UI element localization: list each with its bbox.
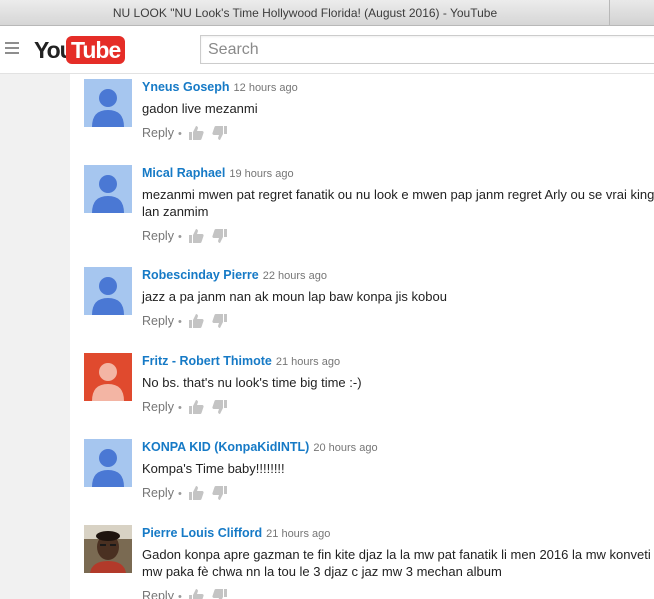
comment-time[interactable]: 21 hours ago [276,356,340,368]
reply-button[interactable]: Reply [142,589,174,599]
comment-text: Kompa's Time baby!!!!!!!! [142,461,285,476]
thumbs-up-icon[interactable] [188,399,206,415]
masthead: You Tube [0,26,654,74]
comment-author[interactable]: Pierre Louis Clifford [142,526,262,540]
hamburger-menu-icon[interactable] [5,42,19,54]
reply-button[interactable]: Reply [142,400,174,414]
window-tab-button[interactable] [609,0,654,25]
thumbs-up-icon[interactable] [188,485,206,501]
comment-text: Gadon konpa apre gazman te fin kite djaz… [142,547,651,579]
comment-author[interactable]: KONPA KID (KonpaKidINTL) [142,440,309,454]
comment-author[interactable]: Yneus Goseph [142,80,230,94]
separator-dot: • [177,316,182,329]
avatar[interactable] [84,525,132,573]
thumbs-up-icon[interactable] [188,125,206,141]
window-title-bar: NU LOOK "NU Look's Time Hollywood Florid… [0,0,654,26]
comment-time[interactable]: 20 hours ago [313,442,377,454]
separator-dot: • [177,591,182,599]
comment-time[interactable]: 19 hours ago [229,168,293,180]
search-input[interactable] [208,40,648,60]
user-photo-icon [84,525,132,573]
thumbs-down-icon[interactable] [212,588,230,599]
thumbs-up-icon[interactable] [188,588,206,599]
comment-time[interactable]: 21 hours ago [266,528,330,540]
logo-tube-text: Tube [66,36,126,64]
thumbs-down-icon[interactable] [212,228,230,244]
comment-author[interactable]: Mical Raphael [142,166,225,180]
avatar[interactable] [84,353,132,401]
comment-author[interactable]: Robescinday Pierre [142,268,259,282]
window-title: NU LOOK "NU Look's Time Hollywood Florid… [112,6,498,20]
reply-button[interactable]: Reply [142,314,174,328]
avatar[interactable] [84,165,132,213]
separator-dot: • [177,128,182,141]
reply-button[interactable]: Reply [142,126,174,140]
comment-author[interactable]: Fritz - Robert Thimote [142,354,272,368]
search-box[interactable] [200,35,654,64]
thumbs-up-icon[interactable] [188,228,206,244]
comment-text: mezanmi mwen pat regret fanatik ou nu lo… [142,187,654,219]
avatar[interactable] [84,439,132,487]
comments-section: Yneus Goseph 12 hours ago gadon live meza… [70,74,654,599]
separator-dot: • [177,231,182,244]
thumbs-down-icon[interactable] [212,399,230,415]
avatar[interactable] [84,267,132,315]
thumbs-down-icon[interactable] [212,125,230,141]
reply-button[interactable]: Reply [142,229,174,243]
thumbs-down-icon[interactable] [212,485,230,501]
thumbs-up-icon[interactable] [188,313,206,329]
reply-button[interactable]: Reply [142,486,174,500]
separator-dot: • [177,402,182,415]
comment-time[interactable]: 22 hours ago [263,270,327,282]
avatar[interactable] [84,79,132,127]
thumbs-down-icon[interactable] [212,313,230,329]
comment-text: gadon live mezanmi [142,101,258,116]
comment-time[interactable]: 12 hours ago [234,82,298,94]
comment-text: jazz a pa janm nan ak moun lap baw konpa… [142,289,447,304]
comment-text: No bs. that's nu look's time big time :-… [142,375,362,390]
separator-dot: • [177,488,182,501]
